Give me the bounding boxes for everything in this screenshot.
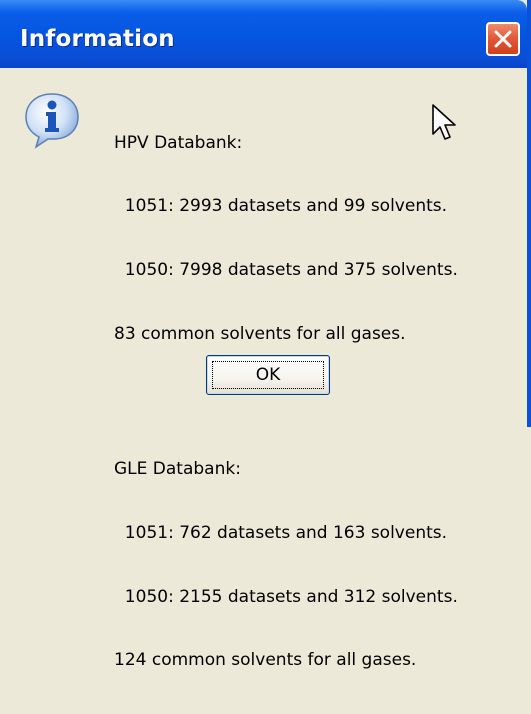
ok-button[interactable]: OK [206, 355, 330, 395]
window-title: Information [20, 26, 175, 52]
message-line: 124 common solvents for all gases. [114, 650, 417, 671]
ok-button-label: OK [255, 365, 281, 385]
info-icon [25, 93, 79, 149]
close-icon [494, 30, 512, 48]
dialog-window: Information HPV Databank: 1051: 2993 dat… [0, 0, 531, 670]
mouse-cursor-icon [432, 104, 456, 140]
message-line: 1051: 2993 datasets and 99 solvents. [114, 196, 448, 217]
message-line: 1050: 2155 datasets and 312 solvents. [114, 586, 458, 607]
message-line: GLE Databank: [114, 458, 241, 479]
message-text: HPV Databank: 1051: 2993 datasets and 99… [114, 90, 514, 714]
message-line: 1051: 762 datasets and 163 solvents. [114, 522, 448, 543]
message-line: 1050: 7998 datasets and 375 solvents. [114, 260, 458, 281]
close-button[interactable] [486, 22, 520, 56]
title-bar[interactable]: Information [0, 0, 527, 68]
message-line: 83 common solvents for all gases. [114, 324, 406, 345]
